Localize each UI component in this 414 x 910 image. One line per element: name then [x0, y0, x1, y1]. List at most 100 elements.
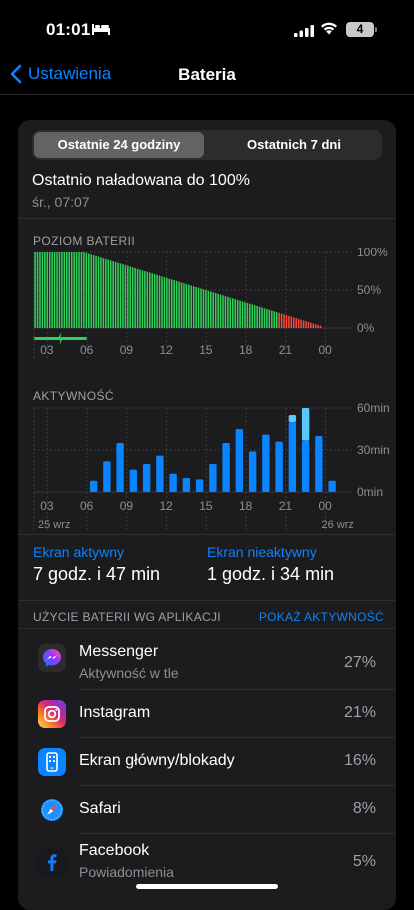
app-percent: 16%	[343, 752, 376, 769]
battery-bar	[312, 323, 315, 328]
battery-bar	[114, 261, 117, 328]
activity-x-tick: 03	[40, 499, 54, 513]
battery-bar	[185, 283, 188, 328]
app-row-instagram[interactable]: Instagram 21%	[18, 690, 396, 738]
battery-bar	[307, 321, 310, 328]
app-row-messenger[interactable]: Messenger Aktywność w tle 27%	[18, 634, 396, 690]
battery-x-tick: 09	[120, 343, 134, 357]
app-row-facebook[interactable]: Facebook Powiadomienia 5%	[18, 834, 396, 882]
battery-bar	[56, 252, 58, 328]
battery-bar	[188, 284, 190, 328]
battery-bar	[68, 252, 71, 328]
battery-bar	[258, 306, 261, 328]
battery-bar	[175, 280, 178, 328]
home-indicator[interactable]	[136, 884, 278, 889]
battery-x-tick: 21	[279, 343, 293, 357]
battery-bar	[95, 255, 97, 328]
battery-bar	[246, 302, 249, 328]
battery-bar	[266, 309, 268, 328]
activity-bar-screen-on	[142, 464, 151, 492]
battery-bar	[297, 318, 300, 328]
battery-bar	[53, 252, 56, 328]
battery-bar	[200, 288, 202, 328]
battery-bar	[263, 308, 266, 328]
battery-bar	[117, 262, 119, 328]
app-row-safari[interactable]: Safari 8%	[18, 786, 396, 834]
app-name: Ekran główny/blokady	[79, 752, 235, 769]
activity-bar-screen-on	[262, 434, 270, 492]
app-row-home-lock-screen[interactable]: Ekran główny/blokady 16%	[18, 738, 396, 786]
battery-x-tick: 00	[319, 343, 333, 357]
messenger-icon	[38, 644, 66, 672]
battery-bar	[168, 278, 171, 328]
app-name: Instagram	[79, 704, 151, 721]
activity-bar-screen-on	[182, 478, 191, 492]
instagram-icon	[38, 700, 66, 728]
battery-bar	[273, 311, 276, 328]
battery-bar	[44, 252, 46, 328]
battery-bar	[34, 252, 36, 328]
app-percent: 8%	[352, 800, 376, 817]
battery-bar	[253, 305, 256, 328]
divider	[18, 600, 396, 601]
battery-bar	[268, 309, 271, 328]
battery-bar	[173, 280, 175, 328]
battery-bar	[58, 252, 61, 328]
activity-bar-screen-on	[169, 473, 177, 492]
segment-last-24-hours[interactable]: Ostatnie 24 godziny	[34, 132, 204, 158]
battery-bar	[139, 269, 141, 328]
battery-bar	[234, 299, 236, 328]
charging-bolt-icon	[57, 332, 64, 345]
battery-bar	[190, 285, 193, 328]
screen-off-label: Ekran nieaktywny	[207, 544, 317, 560]
battery-bar	[124, 264, 127, 328]
battery-bar	[61, 252, 63, 328]
battery-bar	[119, 263, 122, 328]
battery-bar	[314, 324, 317, 328]
status-time: 01:01	[46, 20, 91, 39]
app-name: Facebook	[79, 842, 150, 859]
activity-bar-screen-on	[209, 464, 217, 492]
page-title: Bateria	[178, 65, 236, 84]
battery-y-tick: 50%	[357, 283, 381, 297]
divider	[18, 534, 396, 535]
battery-bar	[302, 320, 305, 328]
battery-bar	[239, 300, 241, 328]
activity-bar-screen-on	[315, 436, 323, 492]
battery-bar	[146, 271, 149, 328]
cellular-signal-icon	[294, 24, 314, 42]
battery-bar	[300, 319, 302, 328]
activity-bar-screen-on	[129, 469, 138, 492]
battery-bar	[241, 301, 244, 328]
battery-bar	[105, 258, 107, 328]
battery-bar	[87, 253, 90, 328]
battery-bar	[127, 265, 129, 328]
battery-bar	[217, 293, 219, 328]
battery-bar	[205, 290, 207, 328]
activity-bar-screen-on	[301, 440, 310, 492]
navigation-bar: Ustawienia Bateria	[0, 60, 414, 94]
battery-bar	[280, 313, 283, 328]
battery-bar	[310, 322, 312, 328]
segment-last-7-days[interactable]: Ostatnich 7 dni	[208, 132, 380, 158]
activity-date-end: 26 wrz	[322, 519, 354, 531]
battery-bar	[319, 325, 322, 328]
show-activity-link[interactable]: POKAŻ AKTYWNOŚĆ	[259, 610, 384, 624]
battery-y-tick: 100%	[357, 248, 388, 259]
activity-y-tick: 60min	[357, 402, 390, 415]
battery-level-chart: 100% 50% 0% 03 06 09 12 15 18 21 00	[33, 248, 388, 358]
battery-bar	[231, 298, 234, 328]
app-percent: 27%	[343, 654, 376, 671]
battery-bar	[83, 252, 85, 328]
battery-bar	[75, 252, 78, 328]
battery-bar	[317, 324, 319, 328]
battery-bar	[305, 321, 307, 328]
battery-bar	[183, 283, 185, 328]
battery-bar	[102, 258, 105, 328]
battery-bar	[275, 312, 278, 328]
battery-bar	[180, 282, 183, 328]
battery-bar	[131, 267, 134, 328]
battery-x-tick: 18	[239, 343, 253, 357]
battery-bar	[48, 252, 51, 328]
activity-y-tick: 0min	[357, 485, 383, 499]
